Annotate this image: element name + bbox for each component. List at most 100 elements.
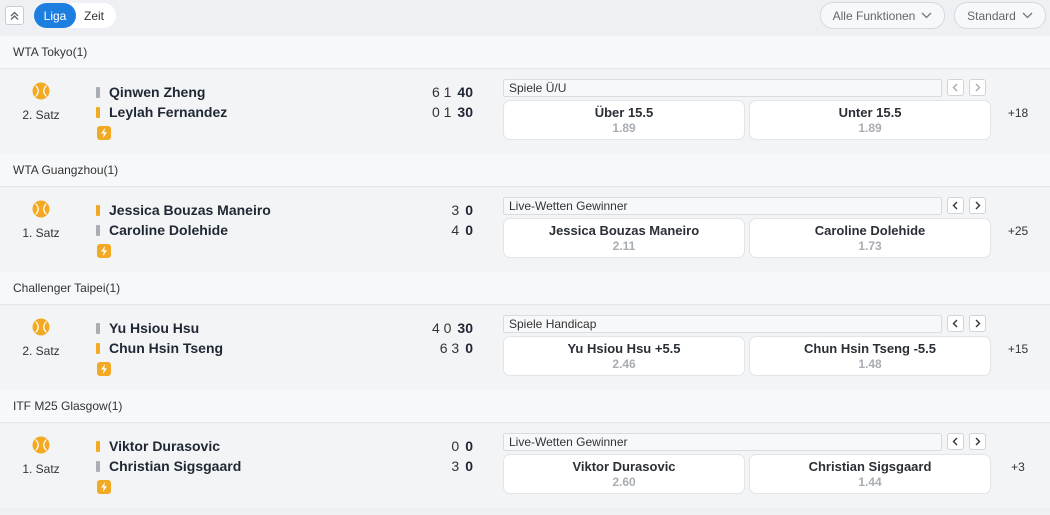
view-dropdown[interactable]: Standard — [954, 2, 1046, 29]
player-name: Christian Sigsgaard — [109, 458, 242, 474]
set-label: 2. Satz — [22, 344, 60, 358]
odds-value: 2.46 — [612, 357, 636, 371]
league-header[interactable]: ITF M25 Glasgow(1) — [0, 390, 1050, 423]
chevron-double-up-icon — [10, 11, 19, 20]
odds-button[interactable]: Über 15.5 1.89 — [503, 100, 745, 140]
odds-button[interactable]: Chun Hsin Tseng -5.5 1.48 — [749, 336, 991, 376]
tennis-ball-icon — [32, 200, 50, 218]
player-row[interactable]: Leylah Fernandez — [96, 102, 227, 122]
filter-dropdown-label: Alle Funktionen — [832, 8, 916, 23]
player-score: 30 — [451, 456, 473, 476]
odds-button[interactable]: Christian Sigsgaard 1.44 — [749, 454, 991, 494]
player-score: 30 — [451, 200, 473, 220]
next-market-button[interactable] — [969, 315, 986, 332]
odds-button[interactable]: Yu Hsiou Hsu +5.5 2.46 — [503, 336, 745, 376]
match-row[interactable]: 2. Satz Qinwen Zheng 6 1 40 Leylah Fernandez… — [0, 70, 1050, 154]
game-points: 30 — [457, 104, 473, 120]
odds-value: 1.44 — [858, 475, 882, 489]
more-markets-link[interactable]: +25 — [1000, 224, 1036, 238]
player-name: Jessica Bouzas Maneiro — [109, 202, 271, 218]
set-label: 1. Satz — [22, 226, 60, 240]
league-header[interactable]: Challenger Taipei(1) — [0, 272, 1050, 305]
prev-market-button[interactable] — [947, 433, 964, 450]
league-name: WTA Tokyo(1) — [13, 45, 88, 59]
prev-market-button[interactable] — [947, 315, 964, 332]
player-row[interactable]: Caroline Dolehide — [96, 220, 228, 240]
player-name: Yu Hsiou Hsu — [109, 320, 200, 336]
set-scores: 6 1 — [431, 84, 452, 100]
player-row[interactable]: Christian Sigsgaard — [96, 456, 241, 476]
league-name: ITF M25 Glasgow(1) — [13, 399, 123, 413]
chevron-right-icon — [975, 201, 981, 210]
next-market-button[interactable] — [969, 79, 986, 96]
odds-selection: Über 15.5 — [594, 105, 654, 120]
player-indicator — [96, 224, 100, 236]
match-status: 2. Satz — [12, 318, 70, 358]
match-row[interactable]: 2. Satz Yu Hsiou Hsu 4 0 30 Chun Hsin Tseng 6… — [0, 306, 1050, 390]
set-scores: 0 1 — [431, 104, 452, 120]
odds-selection: Unter 15.5 — [838, 105, 902, 120]
player-row[interactable]: Yu Hsiou Hsu — [96, 318, 199, 338]
filter-dropdown[interactable]: Alle Funktionen — [820, 2, 945, 29]
odds-value: 1.89 — [858, 121, 882, 135]
odds-value: 1.89 — [612, 121, 636, 135]
player-row[interactable]: Qinwen Zheng — [96, 82, 205, 102]
player-name: Chun Hsin Tseng — [109, 340, 224, 356]
market-name[interactable]: Live-Wetten Gewinner — [503, 433, 942, 451]
more-markets-link[interactable]: +3 — [1000, 460, 1036, 474]
tab-zeit[interactable]: Zeit — [76, 3, 112, 28]
player-score: 00 — [451, 436, 473, 456]
prev-market-button[interactable] — [947, 79, 964, 96]
tab-liga[interactable]: Liga — [34, 3, 76, 28]
set-label: 2. Satz — [22, 108, 60, 122]
set-label: 1. Satz — [22, 462, 60, 476]
odds-button[interactable]: Unter 15.5 1.89 — [749, 100, 991, 140]
player-name: Leylah Fernandez — [109, 104, 228, 120]
league-header[interactable]: WTA Tokyo(1) — [0, 36, 1050, 69]
league-name: Challenger Taipei(1) — [13, 281, 121, 295]
odds-button[interactable]: Jessica Bouzas Maneiro 2.11 — [503, 218, 745, 258]
chevron-left-icon — [952, 437, 958, 446]
odds-selection: Christian Sigsgaard — [808, 459, 932, 474]
chevron-left-icon — [952, 83, 958, 92]
player-row[interactable]: Chun Hsin Tseng — [96, 338, 223, 358]
game-points: 40 — [457, 84, 473, 100]
player-indicator — [96, 322, 100, 334]
lightning-icon — [97, 480, 111, 494]
more-markets-link[interactable]: +18 — [1000, 106, 1036, 120]
lightning-icon — [97, 244, 111, 258]
collapse-button[interactable] — [5, 6, 24, 25]
odds-selection: Viktor Durasovic — [572, 459, 676, 474]
match-row[interactable]: 1. Satz Jessica Bouzas Maneiro 3 0 Caroline … — [0, 188, 1050, 272]
lightning-icon — [97, 362, 111, 376]
match-status: 2. Satz — [12, 82, 70, 122]
next-market-button[interactable] — [969, 197, 986, 214]
set-scores: 4 — [451, 222, 460, 238]
odds-value: 1.48 — [858, 357, 882, 371]
player-score: 6 3 0 — [440, 338, 473, 358]
player-name: Viktor Durasovic — [109, 438, 221, 454]
market-name[interactable]: Spiele Ü/U — [503, 79, 942, 97]
chevron-left-icon — [952, 201, 958, 210]
set-scores: 3 — [451, 458, 460, 474]
serve-indicator — [96, 342, 100, 354]
market-label: Live-Wetten Gewinner — [509, 435, 628, 449]
odds-selection: Jessica Bouzas Maneiro — [548, 223, 700, 238]
market-name[interactable]: Spiele Handicap — [503, 315, 942, 333]
match-row[interactable]: 1. Satz Viktor Durasovic 0 0 Christian Sigsg… — [0, 424, 1050, 508]
prev-market-button[interactable] — [947, 197, 964, 214]
next-market-button[interactable] — [969, 433, 986, 450]
odds-button[interactable]: Viktor Durasovic 2.60 — [503, 454, 745, 494]
chevron-right-icon — [975, 319, 981, 328]
player-row[interactable]: Viktor Durasovic — [96, 436, 220, 456]
odds-value: 2.60 — [612, 475, 636, 489]
more-markets-link[interactable]: +15 — [1000, 342, 1036, 356]
top-toolbar: Liga Zeit Alle Funktionen Standard — [0, 0, 1050, 35]
match-status: 1. Satz — [12, 200, 70, 240]
chevron-left-icon — [952, 319, 958, 328]
odds-button[interactable]: Caroline Dolehide 1.73 — [749, 218, 991, 258]
serve-indicator — [96, 440, 100, 452]
player-row[interactable]: Jessica Bouzas Maneiro — [96, 200, 271, 220]
market-name[interactable]: Live-Wetten Gewinner — [503, 197, 942, 215]
league-header[interactable]: WTA Guangzhou(1) — [0, 154, 1050, 187]
